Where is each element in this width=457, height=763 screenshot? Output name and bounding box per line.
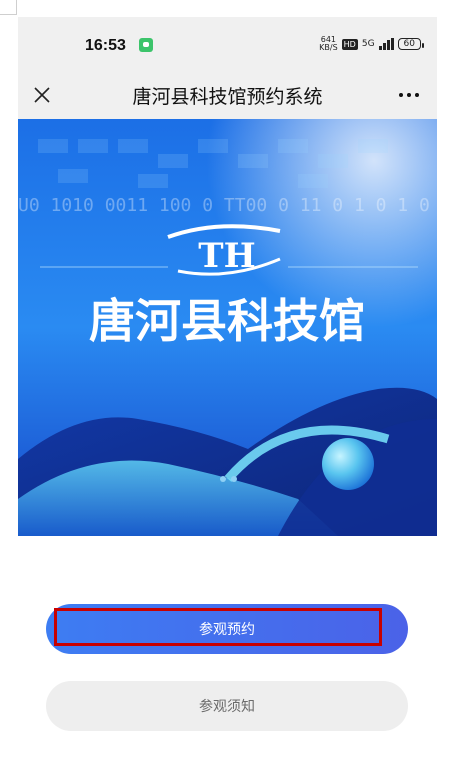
visit-notice-button[interactable]: 参观须知: [46, 681, 408, 731]
network-type: 5G: [361, 39, 375, 49]
speed-unit: KB/S: [319, 43, 338, 52]
signal-icon: [378, 38, 394, 50]
more-dot-icon: [399, 93, 403, 97]
corner-mark: [0, 0, 17, 15]
phone-screen: 16:53 641 KB/S HD 5G 60 唐河县科技馆预约系统 U0 10…: [18, 17, 437, 763]
binary-text: U0 1010 0011 100 0 TT00 0 11 0 1 0 1 0 1…: [18, 195, 437, 216]
visit-reservation-label: 参观预约: [199, 622, 255, 638]
visit-notice-label: 参观须知: [199, 699, 255, 715]
network-speed: 641 KB/S: [319, 36, 338, 52]
visit-reservation-button[interactable]: 参观预约: [46, 604, 408, 654]
status-indicators: 641 KB/S HD 5G 60: [319, 36, 425, 52]
planet-graphic: [322, 438, 374, 490]
more-dot-icon: [415, 93, 419, 97]
battery-icon: 60: [397, 38, 425, 50]
museum-name: 唐河县科技馆: [89, 294, 365, 348]
banner-image: U0 1010 0011 100 0 TT00 0 11 0 1 0 1 0 1…: [18, 119, 437, 536]
message-app-icon: [139, 38, 153, 52]
more-dot-icon: [407, 93, 411, 97]
page-title: 唐河县科技馆预约系统: [132, 86, 323, 108]
more-options-button[interactable]: [391, 81, 427, 109]
hd-icon: HD: [341, 38, 358, 50]
title-bar: 唐河县科技馆预约系统: [18, 73, 437, 119]
status-bar: 16:53 641 KB/S HD 5G 60: [18, 17, 437, 73]
status-time: 16:53: [85, 37, 126, 54]
